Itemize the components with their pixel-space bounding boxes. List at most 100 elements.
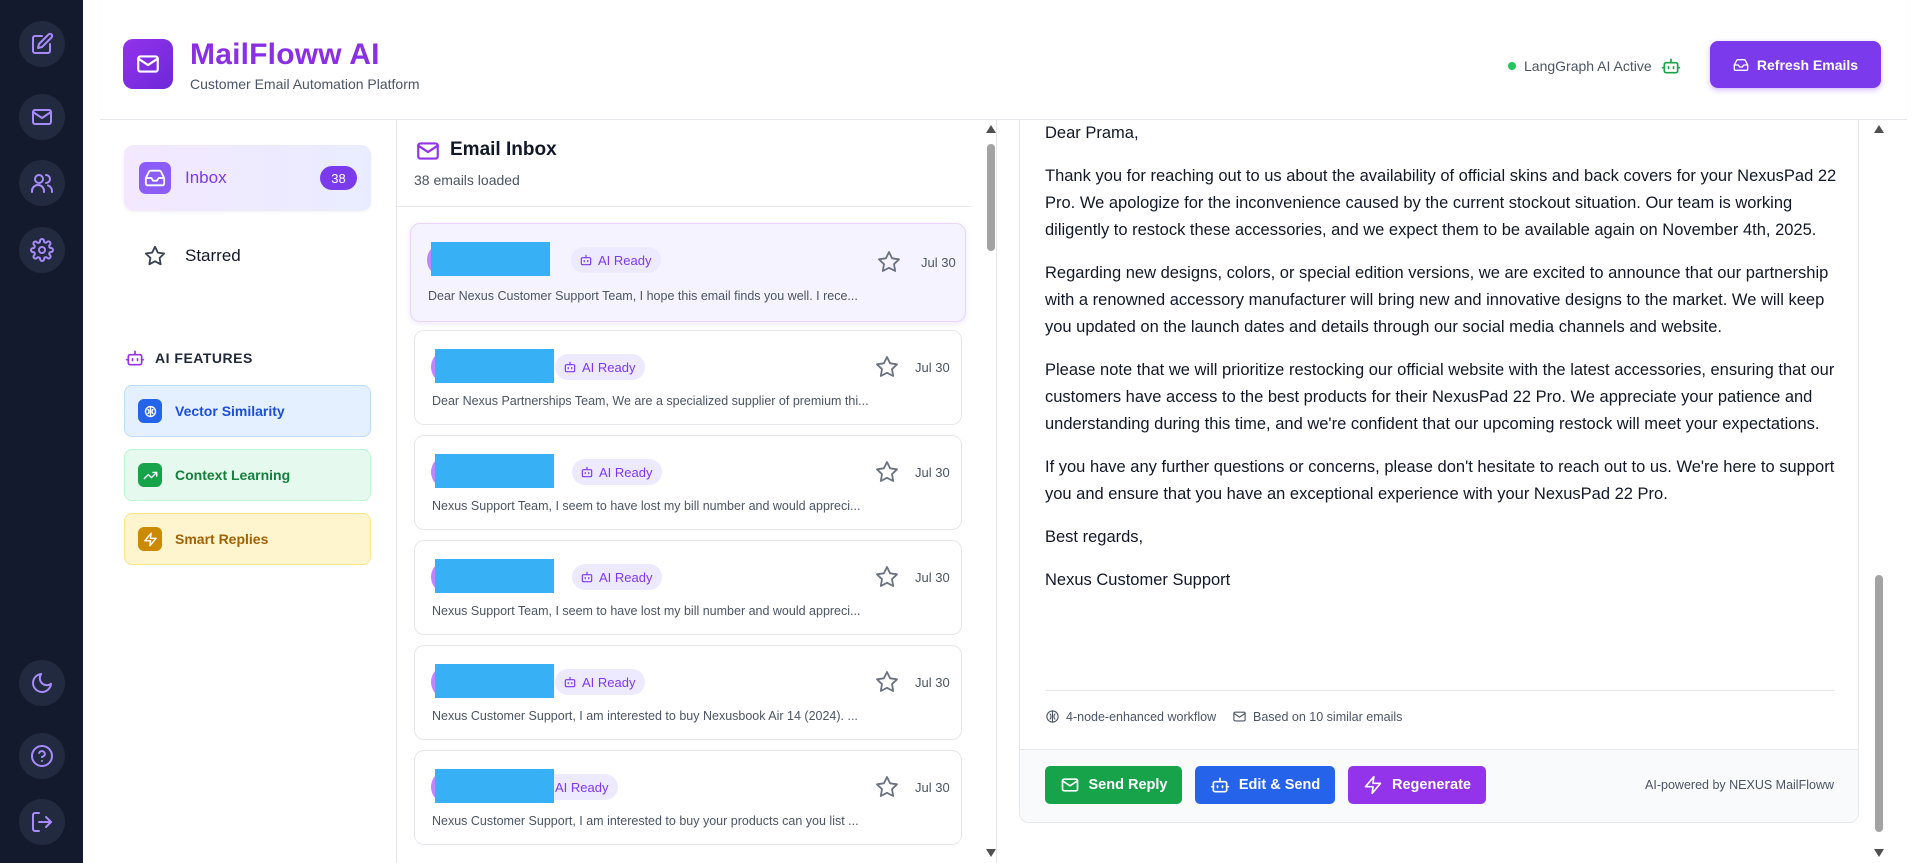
brain-icon [138,399,162,423]
scroll-up-arrow[interactable] [1874,125,1884,133]
email-date: Jul 30 [921,255,956,270]
email-list-item[interactable]: AI Ready Jul 30 Dear Nexus Customer Supp… [410,223,966,322]
star-icon[interactable] [877,250,901,274]
refresh-emails-button[interactable]: Refresh Emails [1710,41,1881,88]
logout-icon [32,812,52,832]
reply-paragraph: Thank you for reaching out to us about t… [1045,167,1837,239]
regen-label: Regenerate [1392,777,1471,793]
refresh-label: Refresh Emails [1756,56,1859,73]
reply-body: Dear Prama, Thank you for reaching out t… [1045,120,1845,610]
reply-actions-bar: Send Reply Edit & Send Regenerate AI-pow… [1020,749,1858,822]
reply-scrollbar[interactable] [1872,120,1886,863]
ai-ready-badge: AI Ready [572,459,663,485]
ai-ready-badge: AI Ready [555,669,646,695]
workflow-text: 4-node-enhanced workflow [1066,709,1217,724]
app-header: MailFloww AI Customer Email Automation P… [100,0,1907,120]
email-preview: Dear Nexus Partnerships Team, We are a s… [432,394,869,408]
email-list-item[interactable]: AI Ready Jul 30 Dear Nexus Partnerships … [414,330,962,425]
email-list-item[interactable]: AI Ready Jul 30 Nexus Customer Support, … [414,750,962,845]
divider [397,206,971,207]
help-icon [31,745,53,767]
users-icon [31,174,53,193]
email-preview: Nexus Support Team, I seem to have lost … [432,604,861,618]
sidebar-item-inbox[interactable]: Inbox 38 [124,145,371,211]
email-date: Jul 30 [915,570,950,585]
email-list-item[interactable]: AI Ready Jul 30 Nexus Customer Support, … [414,645,962,740]
compose-button[interactable] [19,21,65,67]
send-label: Send Reply [1088,777,1168,793]
bot-icon [1661,58,1680,74]
feature-label: Context Learning [175,467,291,483]
feature-label: Vector Similarity [175,403,285,419]
scroll-down-arrow[interactable] [1874,849,1884,857]
inbox-icon [144,169,166,187]
bot-icon [1210,777,1229,793]
star-icon[interactable] [875,670,899,694]
app-logo [123,39,173,89]
reply-panel: Dear Prama, Thank you for reaching out t… [997,120,1920,863]
scroll-up-arrow[interactable] [986,125,996,133]
similar-text: Based on 10 similar emails [1253,709,1403,724]
email-list-item[interactable]: AI Ready Jul 30 Nexus Support Team, I se… [414,540,962,635]
feature-vector-similarity[interactable]: Vector Similarity [124,385,371,437]
mail-icon [137,55,159,73]
app-title: MailFloww AI [190,38,380,71]
settings-button[interactable] [19,227,65,273]
bot-icon [564,676,576,688]
star-icon[interactable] [875,355,899,379]
mail-button[interactable] [19,94,65,140]
edit-send-button[interactable]: Edit & Send [1195,766,1335,804]
brain-icon [1046,710,1059,723]
scroll-thumb[interactable] [987,144,995,251]
bot-icon [581,571,593,583]
powered-by-text: AI-powered by NEXUS MailFloww [1645,778,1834,792]
bot-icon [580,254,592,266]
users-button[interactable] [19,160,65,206]
scroll-thumb[interactable] [1875,575,1883,832]
ai-reply-card: Dear Prama, Thank you for reaching out t… [1019,120,1859,823]
feature-label: Smart Replies [175,531,269,547]
star-icon-wrap [139,240,171,272]
email-preview: Nexus Support Team, I seem to have lost … [432,499,861,513]
lightning-icon [138,527,162,551]
mail-icon [32,109,52,125]
regenerate-button[interactable]: Regenerate [1348,766,1486,804]
reply-paragraph: If you have any further questions or con… [1045,458,1835,503]
logout-button[interactable] [19,799,65,845]
similar-emails-meta: Based on 10 similar emails [1232,709,1402,724]
email-date: Jul 30 [915,675,950,690]
app-main: MailFloww AI Customer Email Automation P… [83,0,1920,863]
tag-label: AI Ready [599,464,653,480]
bot-icon [564,361,576,373]
edit-label: Edit & Send [1238,777,1321,793]
reply-paragraph: Nexus Customer Support [1045,571,1231,589]
tag-label: AI Ready [599,569,653,585]
send-reply-button[interactable]: Send Reply [1045,766,1182,804]
scroll-down-arrow[interactable] [986,849,996,857]
email-list-item[interactable]: AI Ready Jul 30 Nexus Support Team, I se… [414,435,962,530]
redacted-sender [435,454,554,488]
star-icon[interactable] [875,775,899,799]
moon-icon [32,673,52,693]
bot-icon [581,466,593,478]
feature-context-learning[interactable]: Context Learning [124,449,371,501]
tag-label: AI Ready [582,674,636,690]
status-dot [1508,62,1516,70]
ai-ready-badge: AI Ready [572,564,663,590]
dark-mode-button[interactable] [19,660,65,706]
star-icon [144,245,166,266]
star-icon[interactable] [875,460,899,484]
tag-label: AI Ready [555,779,609,795]
inbox-count-badge: 38 [320,166,357,190]
mail-icon [417,142,439,160]
trending-up-icon [138,463,162,487]
ai-ready-badge: AI Ready [555,354,646,380]
sidebar-item-starred[interactable]: Starred [124,223,371,289]
settings-icon [30,238,54,262]
ai-status: LangGraph AI Active [1508,56,1681,76]
star-icon[interactable] [875,565,899,589]
mail-icon [1061,778,1078,792]
inbox-scrollbar[interactable] [984,120,998,863]
help-button[interactable] [19,733,65,779]
feature-smart-replies[interactable]: Smart Replies [124,513,371,565]
